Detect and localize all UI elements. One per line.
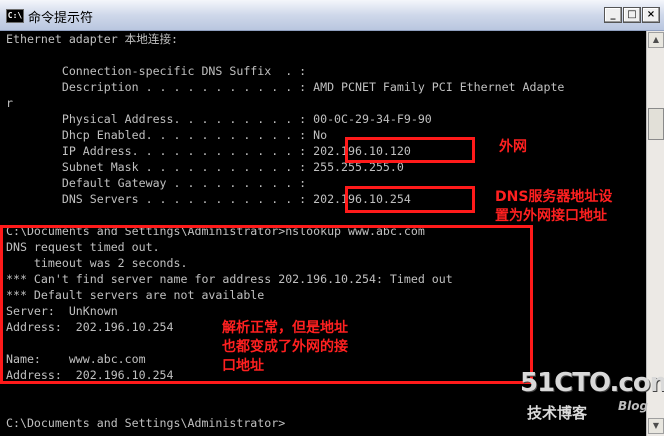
ip-annotation: 外网 bbox=[499, 139, 527, 155]
watermark-blog: Blog bbox=[618, 399, 649, 413]
scroll-down-arrow-icon[interactable]: ▼ bbox=[648, 418, 664, 434]
window-title: 命令提示符 bbox=[28, 11, 94, 26]
console-line: Physical Address. . . . . . . . . : 00-0… bbox=[6, 112, 432, 126]
console-line: Description . . . . . . . . . . . : AMD … bbox=[6, 80, 565, 94]
console-line: Dhcp Enabled. . . . . . . . . . . : No bbox=[6, 128, 328, 142]
dns-highlight-box bbox=[345, 186, 475, 213]
cmd-app-icon: C:\ bbox=[6, 9, 24, 23]
ip-highlight-box bbox=[345, 137, 475, 163]
watermark-logo: 51CTO.com bbox=[520, 368, 664, 398]
console-line: Connection-specific DNS Suffix . : bbox=[6, 64, 307, 78]
title-bar[interactable]: C:\ 命令提示符 _ □ × bbox=[0, 0, 664, 31]
watermark-subtitle: 技术博客 bbox=[527, 404, 588, 422]
dns-annotation: DNS服务器地址设 置为外网接口地址 bbox=[495, 189, 613, 224]
scroll-thumb[interactable] bbox=[648, 108, 664, 140]
minimize-button[interactable]: _ bbox=[604, 7, 622, 23]
result-annotation: 解析正常，但是地址 也都变成了外网的接 口地址 bbox=[222, 320, 348, 374]
console-line: Default Gateway . . . . . . . . . : bbox=[6, 176, 307, 190]
close-button[interactable]: × bbox=[642, 7, 660, 23]
console-line: r bbox=[6, 96, 13, 110]
scroll-up-arrow-icon[interactable]: ▲ bbox=[648, 32, 664, 48]
console-line: Ethernet adapter 本地连接: bbox=[6, 32, 179, 46]
maximize-button[interactable]: □ bbox=[623, 7, 641, 23]
console-prompt[interactable]: C:\Documents and Settings\Administrator> bbox=[6, 415, 285, 431]
